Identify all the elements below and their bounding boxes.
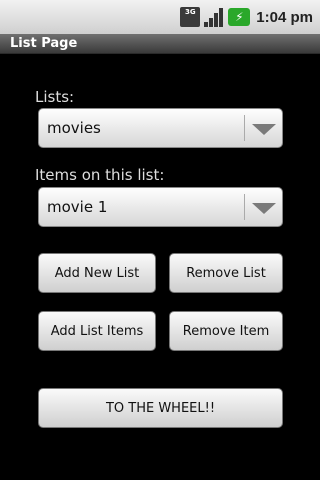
status-time: 1:04 pm: [256, 8, 313, 26]
signal-strength-icon: [204, 7, 224, 27]
add-list-items-label: Add List Items: [50, 323, 144, 339]
battery-charging-icon: ⚡: [228, 8, 251, 26]
page-title: List Page: [0, 34, 320, 54]
lists-spinner[interactable]: movies: [38, 108, 283, 148]
spinner-divider: [244, 194, 245, 220]
remove-item-label: Remove Item: [182, 323, 270, 339]
remove-list-button[interactable]: Remove List: [169, 253, 283, 293]
add-new-list-button[interactable]: Add New List: [38, 253, 156, 293]
items-selected-value: movie 1: [47, 198, 108, 216]
chevron-down-icon: [252, 124, 276, 135]
items-label: Items on this list:: [35, 166, 165, 184]
status-bar: 3G ⚡ 1:04 pm: [0, 0, 320, 34]
to-the-wheel-label: TO THE WHEEL!!: [105, 400, 216, 416]
items-spinner[interactable]: movie 1: [38, 187, 283, 227]
3g-icon: 3G: [180, 7, 201, 27]
chevron-down-icon: [252, 203, 276, 214]
lists-selected-value: movies: [47, 119, 101, 137]
add-list-items-button[interactable]: Add List Items: [38, 311, 156, 351]
lists-label: Lists:: [35, 88, 75, 106]
spinner-divider: [244, 115, 245, 141]
status-icons: 3G ⚡ 1:04 pm: [180, 0, 320, 34]
remove-list-label: Remove List: [186, 265, 266, 281]
remove-item-button[interactable]: Remove Item: [169, 311, 283, 351]
add-new-list-label: Add New List: [54, 265, 140, 281]
to-the-wheel-button[interactable]: TO THE WHEEL!!: [38, 388, 283, 428]
